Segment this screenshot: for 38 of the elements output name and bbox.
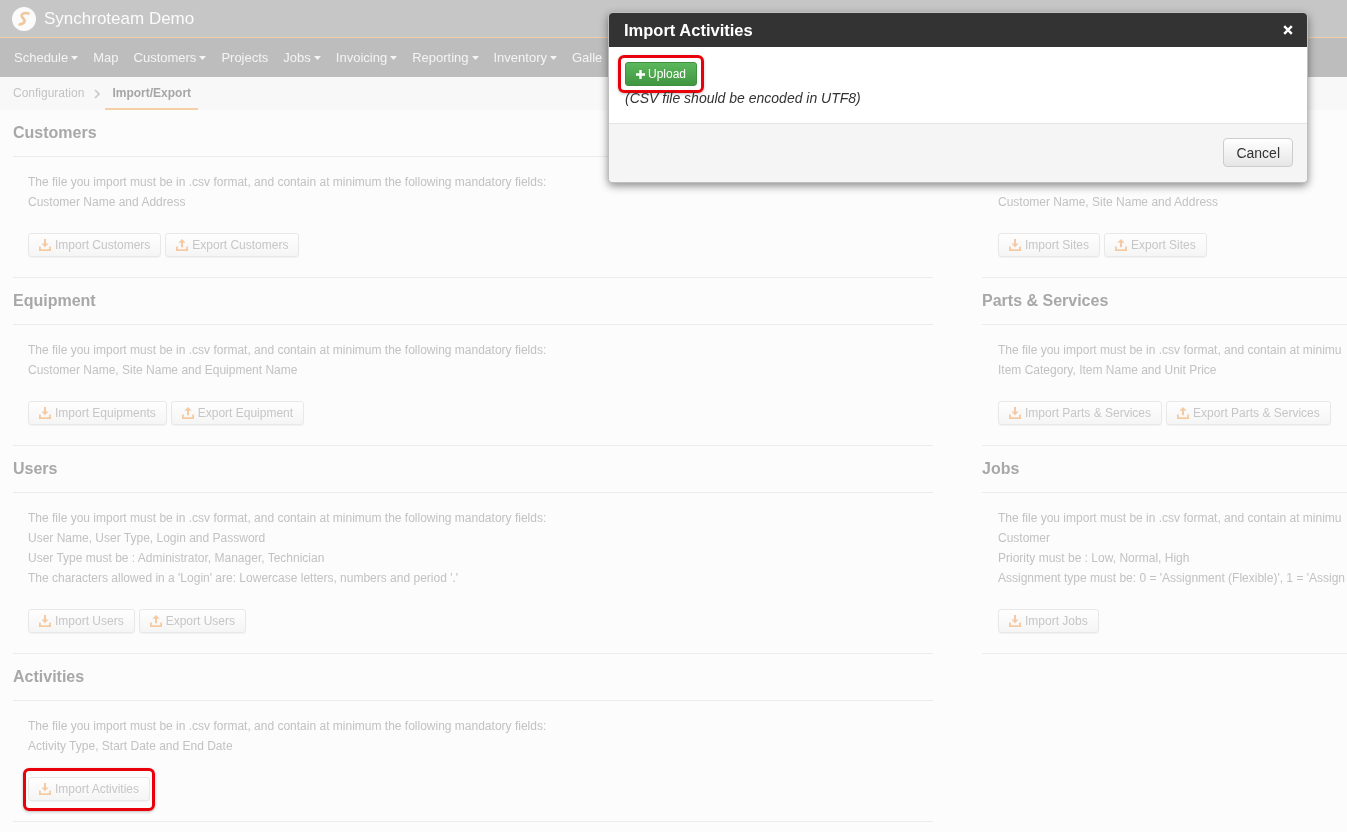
breadcrumb-link[interactable]: Import/Export — [105, 77, 199, 110]
upload-icon — [181, 407, 194, 419]
download-icon — [39, 615, 51, 627]
upload-icon — [1177, 407, 1190, 419]
download-icon — [39, 783, 51, 795]
note-text: (CSV file should be encoded in UTF8) — [625, 89, 862, 108]
plus-icon — [636, 69, 645, 79]
description-text: Customer — [998, 530, 1050, 547]
download-icon — [1009, 239, 1021, 251]
cancel-button[interactable]: Cancel — [1223, 138, 1293, 167]
download-icon — [39, 239, 51, 251]
chevron-icon — [94, 88, 101, 99]
upload-icon — [149, 615, 162, 627]
description-text: Item Category, Item Name and Unit Price — [998, 362, 1217, 379]
upload-icon — [1115, 239, 1128, 251]
section-title: Activities — [13, 668, 85, 686]
upload-icon — [176, 239, 189, 251]
section-title: Jobs — [982, 460, 1020, 478]
modal-title: Import Activities — [624, 20, 753, 40]
logo-icon — [12, 6, 36, 31]
description-text: User Name, User Type, Login and Password — [28, 530, 266, 547]
download-icon — [1009, 615, 1021, 627]
section-title: Users — [13, 460, 58, 478]
description-text: Customer Name and Address — [28, 194, 186, 211]
description-text: Activity Type, Start Date and End Date — [28, 738, 233, 755]
description-text: Assignment type must be: 0 = 'Assignment (Flexible)', 1 = 'Assign — [998, 570, 1346, 587]
description-text: Customer Name, Site Name and Address — [998, 194, 1219, 211]
description-text: Priority must be : Low, Normal, High — [998, 550, 1190, 567]
section-title: Equipment — [13, 292, 96, 310]
download-icon — [39, 407, 51, 419]
close-icon[interactable] — [1283, 25, 1293, 35]
description-text: The characters allowed in a 'Login' are: Lowercase letters, numbers and period '.' — [28, 570, 459, 587]
upload-button[interactable]: Upload — [625, 62, 698, 86]
description-text: User Type must be : Administrator, Manager, Technician — [28, 550, 325, 567]
section-title: Customers — [13, 124, 97, 142]
section-title: Parts & Services — [982, 292, 1109, 310]
description-text: Customer Name, Site Name and Equipment Name — [28, 362, 298, 379]
download-icon — [1009, 407, 1021, 419]
